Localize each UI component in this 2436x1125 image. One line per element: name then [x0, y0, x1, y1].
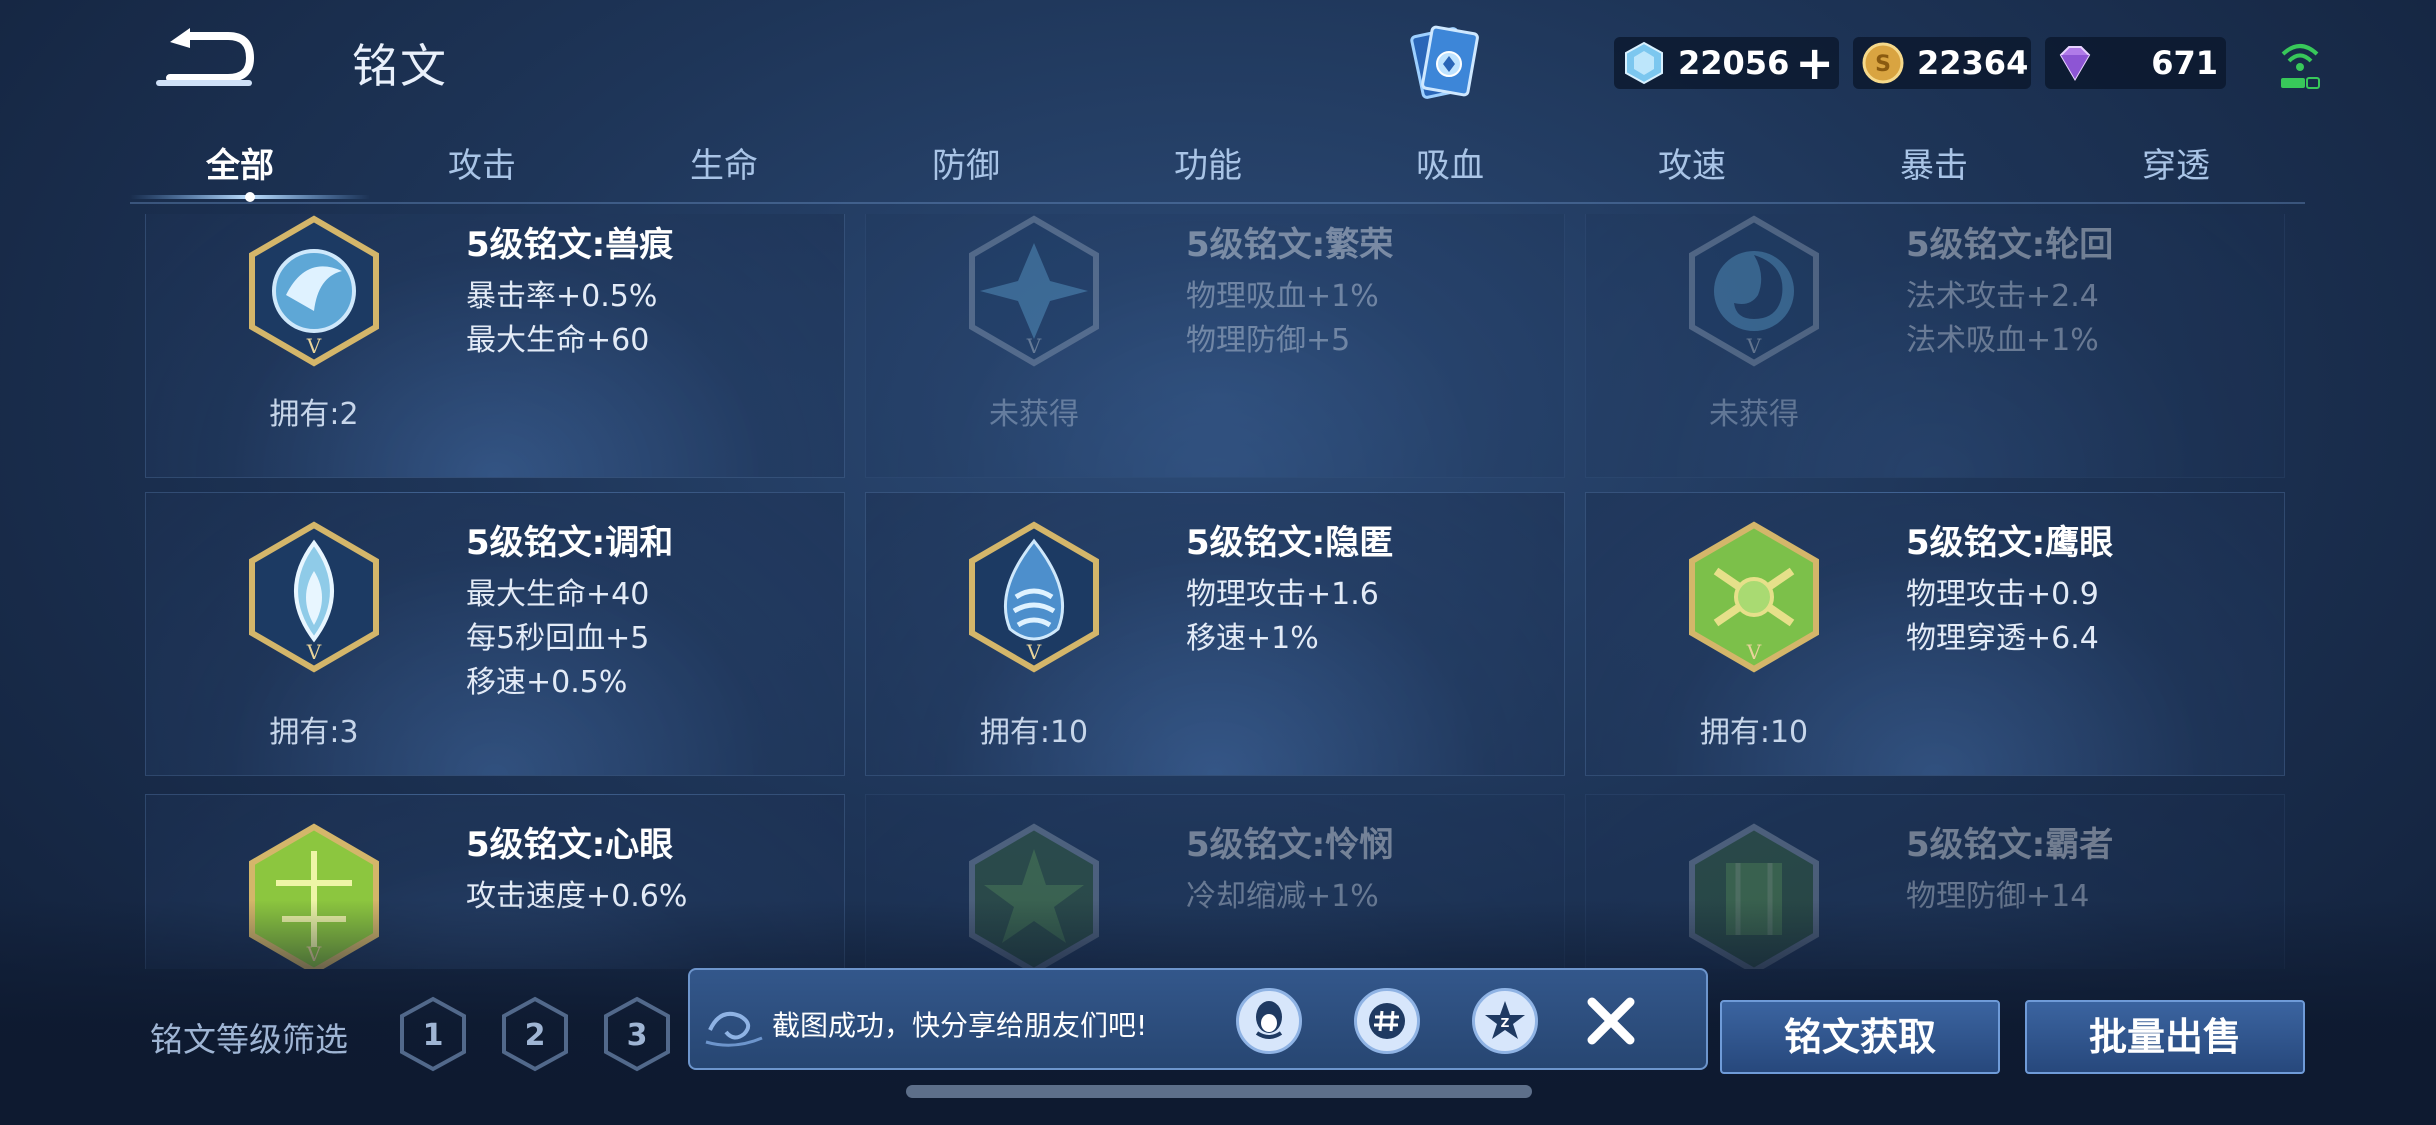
wifi-icon	[2281, 44, 2320, 89]
rune-stat: 法术攻击+2.4	[1906, 279, 2099, 314]
diamond-count: 22056	[1678, 44, 1790, 82]
gem-balance: 671	[2045, 37, 2226, 89]
gem-count: 671	[2151, 44, 2218, 82]
svg-text:3: 3	[627, 1018, 648, 1053]
svg-text:V: V	[306, 640, 322, 664]
level-filter-2-button[interactable]: 2	[500, 996, 570, 1072]
rune-name: 5级铭文:隐匿	[1186, 523, 1394, 563]
rune-card[interactable]: V 5级铭文:繁荣 物理吸血+1% 物理防御+5 未获得	[865, 214, 1565, 478]
rune-stat: 物理穿透+6.4	[1906, 621, 2099, 656]
rune-card[interactable]: V 5级铭文:隐匿 物理攻击+1.6 移速+1% 拥有:10	[865, 492, 1565, 776]
rune-stat: 移速+0.5%	[466, 665, 628, 700]
rune-beast-mark-icon: V	[249, 215, 379, 367]
gold-balance: S 22364	[1853, 37, 2031, 89]
rune-name: 5级铭文:调和	[466, 523, 674, 563]
rune-name: 5级铭文:怜悯	[1186, 825, 1394, 865]
tab-defense[interactable]: 防御	[856, 138, 1076, 187]
rune-stat: 最大生命+40	[466, 577, 650, 612]
obtain-runes-button[interactable]: 铭文获取	[1720, 1000, 2000, 1074]
add-currency-button[interactable]: +	[1795, 40, 1834, 86]
tab-lifesteal[interactable]: 吸血	[1340, 138, 1560, 187]
hashtag-icon	[1369, 1003, 1405, 1039]
home-indicator[interactable]	[906, 1085, 1532, 1098]
rune-name: 5级铭文:繁荣	[1186, 225, 1394, 265]
close-icon[interactable]	[1578, 988, 1644, 1054]
rune-owned-count: 拥有:10	[979, 715, 1089, 750]
rune-card[interactable]: V 5级铭文:调和 最大生命+40 每5秒回血+5 移速+0.5% 拥有:3	[145, 492, 845, 776]
svg-text:V: V	[1746, 334, 1762, 358]
share-topic-button[interactable]	[1354, 988, 1420, 1054]
rune-stat: 暴击率+0.5%	[466, 279, 658, 314]
level-filter-3-button[interactable]: 3	[602, 996, 672, 1072]
tab-attack[interactable]: 攻击	[372, 138, 592, 187]
tab-penetration[interactable]: 穿透	[2066, 138, 2286, 187]
rune-name: 5级铭文:心眼	[466, 825, 674, 865]
page-title: 铭文	[352, 39, 448, 93]
svg-text:Z: Z	[1501, 1016, 1510, 1030]
gold-coin-icon: S	[1862, 42, 1904, 84]
tab-health[interactable]: 生命	[614, 138, 834, 187]
rune-stat: 物理攻击+1.6	[1186, 577, 1379, 612]
rune-book-icon[interactable]	[1405, 22, 1485, 106]
rune-owned-count: 未获得	[1709, 397, 1799, 432]
rune-hawk-eye-icon: V	[1689, 521, 1819, 673]
screenshot-share-toast: 截图成功，快分享给朋友们吧! Z	[688, 968, 1708, 1070]
category-tabs: 全部 攻击 生命 防御 功能 吸血 攻速 暴击 穿透	[130, 130, 2305, 204]
rune-stat: 法术吸血+1%	[1906, 323, 2099, 358]
rune-stat: 移速+1%	[1186, 621, 1319, 656]
diamond-balance: 22056 +	[1614, 37, 1839, 89]
share-qq-button[interactable]	[1236, 988, 1302, 1054]
rune-stat: 最大生命+60	[466, 323, 650, 358]
svg-text:V: V	[1746, 640, 1762, 664]
bulk-sell-button[interactable]: 批量出售	[2025, 1000, 2305, 1074]
share-qzone-button[interactable]: Z	[1472, 988, 1538, 1054]
svg-text:V: V	[1026, 640, 1042, 664]
rune-stealth-icon: V	[969, 521, 1099, 673]
back-arrow-icon[interactable]	[150, 28, 260, 92]
swirl-decoration-icon	[705, 1011, 763, 1047]
tab-function[interactable]: 功能	[1098, 138, 1318, 187]
svg-text:V: V	[306, 334, 322, 358]
tab-all[interactable]: 全部	[130, 138, 350, 187]
svg-text:S: S	[1875, 52, 1891, 77]
level-filter-label: 铭文等级筛选	[150, 1020, 348, 1059]
diamond-icon	[1625, 41, 1663, 85]
svg-text:1: 1	[423, 1018, 444, 1053]
purple-gem-icon	[2059, 46, 2091, 81]
rune-card[interactable]: V 5级铭文:轮回 法术攻击+2.4 法术吸血+1% 未获得	[1585, 214, 2285, 478]
rune-card[interactable]: V 5级铭文:兽痕 暴击率+0.5% 最大生命+60 拥有:2	[145, 214, 845, 478]
gold-count: 22364	[1917, 44, 2029, 82]
tab-attack-speed[interactable]: 攻速	[1582, 138, 1802, 187]
rune-owned-count: 拥有:10	[1699, 715, 1809, 750]
qq-icon	[1255, 1001, 1283, 1039]
rune-name: 5级铭文:鹰眼	[1906, 523, 2114, 563]
rune-stat: 每5秒回血+5	[466, 621, 650, 656]
rune-prosperity-icon: V	[969, 215, 1099, 367]
level-filter-1-button[interactable]: 1	[398, 996, 468, 1072]
tab-critical[interactable]: 暴击	[1824, 138, 2044, 187]
rune-stat: 物理吸血+1%	[1186, 279, 1379, 314]
rune-name: 5级铭文:轮回	[1906, 225, 2114, 265]
rune-harmony-icon: V	[249, 521, 379, 673]
rune-stat: 物理攻击+0.9	[1906, 577, 2099, 612]
svg-text:2: 2	[525, 1018, 546, 1053]
qzone-star-icon: Z	[1485, 1001, 1525, 1039]
active-tab-indicator	[130, 192, 370, 202]
rune-owned-count: 拥有:2	[269, 397, 359, 432]
rune-reincarnation-icon: V	[1689, 215, 1819, 367]
svg-text:V: V	[1026, 334, 1042, 358]
rune-card[interactable]: V 5级铭文:鹰眼 物理攻击+0.9 物理穿透+6.4 拥有:10	[1585, 492, 2285, 776]
rune-stat: 物理防御+5	[1186, 323, 1351, 358]
toast-message: 截图成功，快分享给朋友们吧!	[772, 1009, 1148, 1042]
rune-owned-count: 拥有:3	[269, 715, 359, 750]
rune-name: 5级铭文:兽痕	[466, 225, 674, 265]
rune-owned-count: 未获得	[989, 397, 1079, 432]
rune-grid: V 5级铭文:兽痕 暴击率+0.5% 最大生命+60 拥有:2 V 5级铭文:繁…	[145, 214, 2290, 969]
rune-name: 5级铭文:霸者	[1906, 825, 2114, 865]
